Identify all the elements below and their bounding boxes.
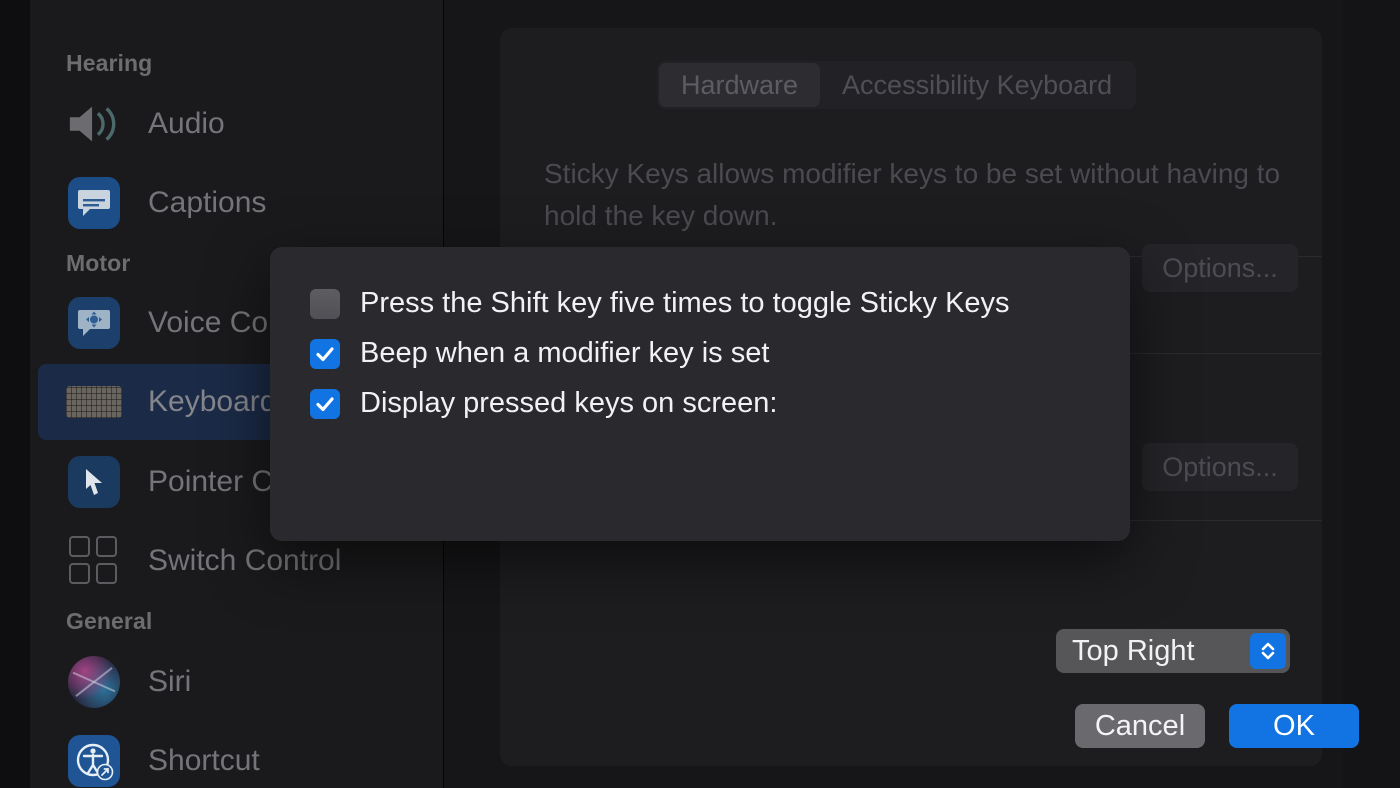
checkbox-label: Display pressed keys on screen:	[360, 387, 778, 419]
sidebar-item-captions[interactable]: Captions	[38, 165, 428, 241]
popup-selected-value: Top Right	[1072, 634, 1195, 667]
window-right-gutter	[1343, 0, 1400, 788]
sticky-keys-options-dialog: Press the Shift key five times to toggle…	[270, 247, 1359, 748]
checkbox-row-beep-modifier[interactable]: Beep when a modifier key is set	[310, 337, 769, 370]
accessibility-shortcut-icon	[66, 733, 122, 788]
sidebar-item-label: Captions	[148, 186, 267, 219]
screen: Hearing Audio Captions Motor Voice Con K…	[0, 0, 1400, 788]
sidebar-item-label: Audio	[148, 107, 225, 140]
checkbox-row-display-pressed-keys[interactable]: Display pressed keys on screen:	[310, 387, 777, 420]
pointer-cursor-icon	[66, 454, 122, 510]
sidebar-item-label: Voice Con	[148, 306, 285, 339]
voice-control-icon	[66, 295, 122, 351]
sidebar-section-hearing-title: Hearing	[66, 50, 153, 76]
checkbox-display-pressed-keys[interactable]	[310, 388, 340, 419]
sidebar-section-motor-title: Motor	[66, 250, 131, 276]
window-left-gutter	[0, 0, 30, 788]
captions-bubble-icon	[66, 175, 122, 231]
speaker-waves-icon	[66, 96, 122, 152]
sidebar-item-shortcut[interactable]: Shortcut	[38, 723, 428, 788]
sidebar-section-general-title: General	[66, 608, 153, 634]
sidebar-item-siri[interactable]: Siri	[38, 644, 428, 720]
checkbox-label: Press the Shift key five times to toggle…	[360, 287, 1010, 319]
checkbox-beep-modifier-key[interactable]	[310, 338, 340, 369]
sidebar-item-label: Switch Control	[148, 544, 342, 577]
sidebar-item-label: Keyboard	[148, 385, 277, 418]
sidebar-item-audio[interactable]: Audio	[38, 86, 428, 162]
sidebar-item-label: Shortcut	[148, 744, 260, 777]
sidebar-item-label: Pointer Co	[148, 465, 290, 498]
keyboard-tabs-segmented-control[interactable]: Hardware Accessibility Keyboard	[657, 61, 1137, 109]
siri-orb-icon	[66, 654, 122, 710]
checkbox-row-shift-toggle[interactable]: Press the Shift key five times to toggle…	[310, 287, 1010, 320]
checkbox-label: Beep when a modifier key is set	[360, 337, 770, 369]
slow-keys-options-button[interactable]: Options...	[1142, 443, 1298, 491]
tab-hardware[interactable]: Hardware	[659, 63, 821, 107]
checkbox-shift-five-times[interactable]	[310, 288, 340, 319]
sticky-keys-options-button[interactable]: Options...	[1142, 244, 1298, 292]
ok-button[interactable]: OK	[1229, 704, 1359, 748]
sticky-keys-description: Sticky Keys allows modifier keys to be s…	[544, 158, 1281, 231]
chevron-up-down-icon[interactable]	[1250, 633, 1286, 669]
keyboard-icon	[66, 374, 122, 430]
sidebar-item-label: Siri	[148, 665, 192, 698]
cancel-button[interactable]: Cancel	[1075, 704, 1205, 748]
display-position-popup-button[interactable]: Top Right	[1056, 629, 1290, 673]
tab-accessibility-keyboard[interactable]: Accessibility Keyboard	[820, 63, 1134, 107]
accessibility-settings-window: Hearing Audio Captions Motor Voice Con K…	[0, 0, 1400, 788]
switch-control-grid-icon	[66, 533, 122, 589]
